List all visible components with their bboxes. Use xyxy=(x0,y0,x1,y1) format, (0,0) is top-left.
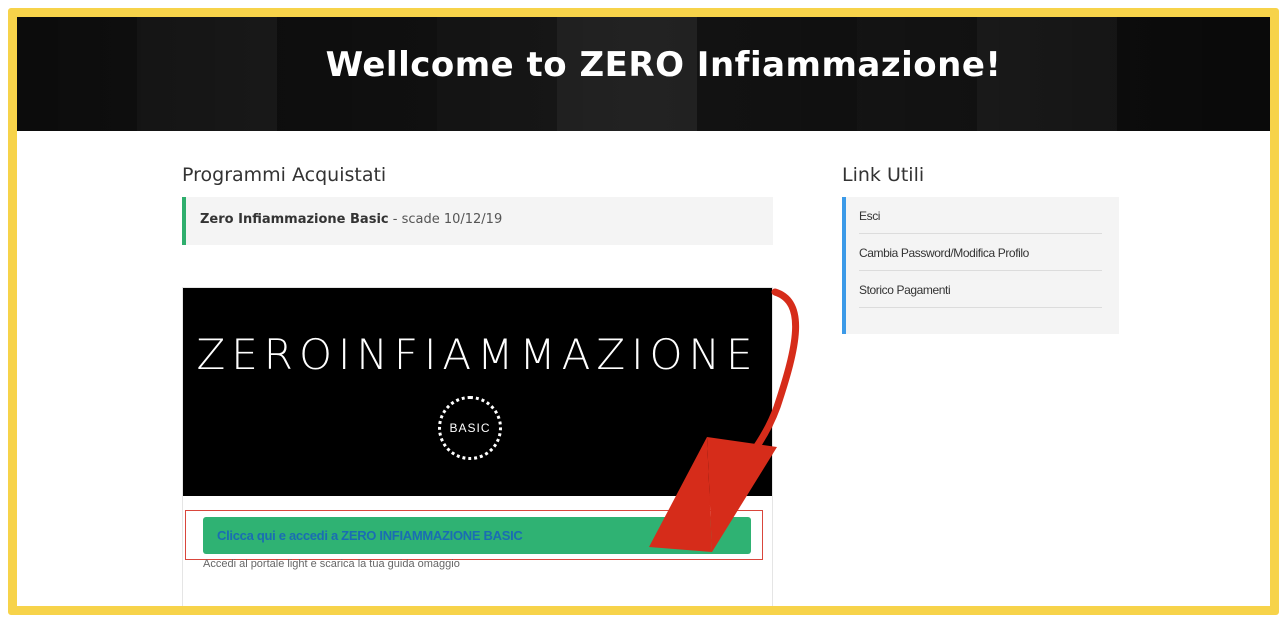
cta-caption: Accedi al portale light e scarica la tua… xyxy=(203,558,460,570)
screenshot-frame: Wellcome to ZERO Infiammazione! Programm… xyxy=(8,8,1279,615)
program-cover-image: ZEROINFIAMMAZIONE BASIC xyxy=(183,288,772,496)
badge-label: BASIC xyxy=(449,421,491,435)
link-payment-history[interactable]: Storico Pagamenti xyxy=(859,271,1102,308)
purchased-program-item: Zero Infiammazione Basic - scade 10/12/1… xyxy=(182,197,773,245)
page-title: Wellcome to ZERO Infiammazione! xyxy=(325,45,1002,85)
link-logout[interactable]: Esci xyxy=(859,197,1102,234)
hero-banner: Wellcome to ZERO Infiammazione! xyxy=(17,17,1270,131)
links-heading: Link Utili xyxy=(842,164,925,186)
program-expiry: - scade 10/12/19 xyxy=(392,212,503,227)
programs-heading: Programmi Acquistati xyxy=(182,164,387,186)
basic-badge-icon: BASIC xyxy=(438,396,502,460)
program-logo: ZEROINFIAMMAZIONE xyxy=(196,330,759,379)
useful-links-panel: Esci Cambia Password/Modifica Profilo St… xyxy=(842,197,1119,334)
program-name: Zero Infiammazione Basic xyxy=(200,212,389,227)
link-change-password[interactable]: Cambia Password/Modifica Profilo xyxy=(859,234,1102,271)
access-program-button[interactable]: Clicca qui e accedi a ZERO INFIAMMAZIONE… xyxy=(203,517,751,554)
program-card: ZEROINFIAMMAZIONE BASIC Clicca qui e acc… xyxy=(182,287,773,606)
